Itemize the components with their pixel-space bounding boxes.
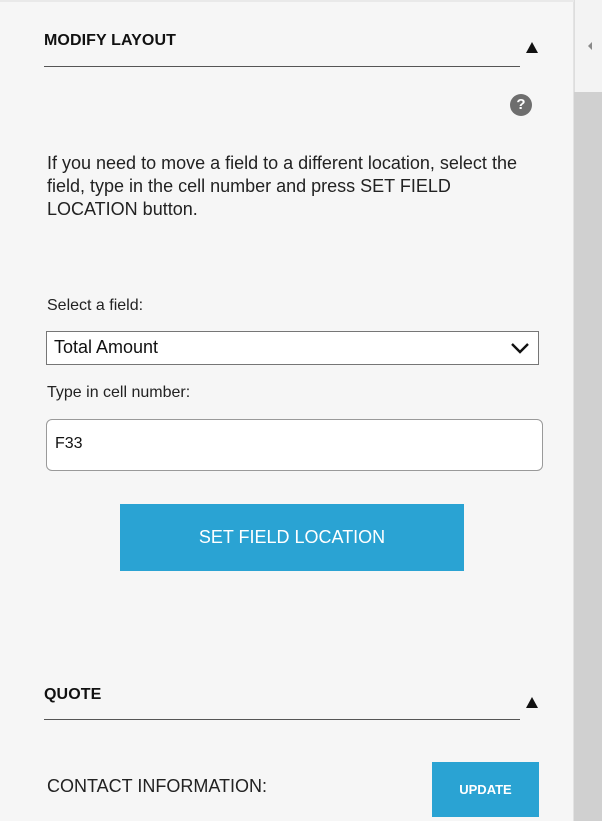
- help-icon[interactable]: ?: [510, 94, 532, 116]
- task-pane: MODIFY LAYOUT ? If you need to move a fi…: [0, 0, 574, 821]
- field-select-value: Total Amount: [54, 337, 159, 357]
- instructions-text: If you need to move a field to a differe…: [47, 153, 517, 219]
- set-field-location-button[interactable]: SET FIELD LOCATION: [120, 504, 464, 571]
- quote-title: QUOTE: [44, 686, 102, 703]
- cell-number-value: F33: [55, 435, 83, 452]
- field-select[interactable]: Total Amount: [46, 331, 539, 365]
- update-button[interactable]: UPDATE: [432, 762, 539, 817]
- chevron-down-icon: [511, 343, 529, 354]
- contact-information-label: CONTACT INFORMATION:: [47, 776, 267, 796]
- top-divider: [0, 0, 574, 2]
- modify-layout-header[interactable]: MODIFY LAYOUT: [44, 30, 520, 67]
- select-field-label: Select a field:: [47, 297, 144, 314]
- quote-header[interactable]: QUOTE: [44, 684, 520, 720]
- cell-number-label: Type in cell number:: [47, 384, 191, 401]
- chevron-left-icon: [588, 42, 592, 50]
- cell-number-input[interactable]: F33: [46, 419, 543, 471]
- collapse-arrow-icon[interactable]: [526, 42, 538, 53]
- collapse-arrow-icon[interactable]: [526, 697, 538, 708]
- modify-layout-title: MODIFY LAYOUT: [44, 32, 176, 49]
- pane-collapse-tab[interactable]: [574, 0, 602, 92]
- scrollbar[interactable]: [574, 0, 602, 821]
